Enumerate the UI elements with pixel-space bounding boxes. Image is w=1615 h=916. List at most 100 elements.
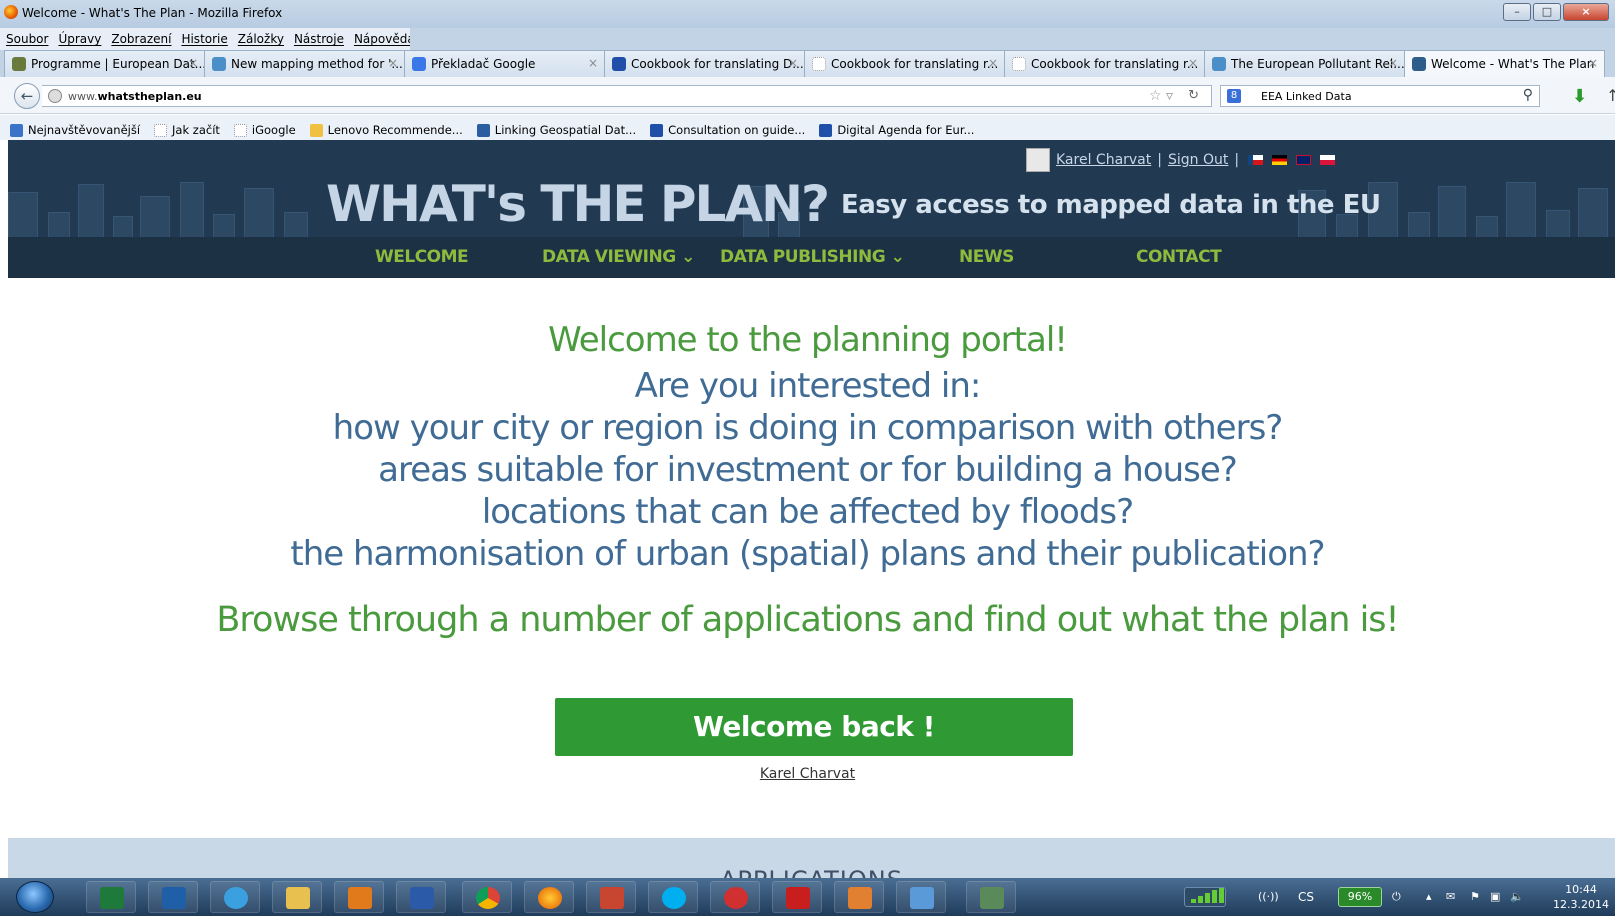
nav-data-publishing[interactable]: DATA PUBLISHING ⌄ (720, 247, 905, 267)
tab-cookbook-1[interactable]: Cookbook for translating D... × (604, 50, 805, 77)
powerpoint-icon (600, 887, 624, 909)
menu-bookmarks[interactable]: Záložky (238, 32, 284, 50)
language-indicator[interactable]: CS (1298, 890, 1314, 904)
close-tab-icon[interactable]: × (1188, 56, 1198, 70)
close-window-button[interactable]: × (1563, 3, 1609, 21)
taskbar-word[interactable] (396, 881, 446, 913)
word-icon (410, 887, 434, 909)
magnifier-icon[interactable]: ⚲ (1523, 87, 1533, 103)
download-arrow-icon[interactable]: ⬇ (1572, 86, 1587, 107)
taskbar-app-red[interactable] (710, 881, 760, 913)
bookmark-icon (233, 123, 247, 137)
taskbar-acrobat[interactable] (772, 881, 822, 913)
menu-tools[interactable]: Nástroje (294, 32, 344, 50)
czech-flag-icon[interactable] (1248, 155, 1264, 165)
window-titlebar: Welcome - What's The Plan - Mozilla Fire… (0, 0, 1615, 28)
bookmark-consultation[interactable]: Consultation on guide... (650, 120, 805, 140)
devices-icon[interactable]: ▣ (1490, 890, 1504, 903)
taskbar-firefox[interactable] (524, 881, 574, 913)
show-hidden-icons[interactable]: ▴ (1426, 890, 1440, 903)
taskbar-chrome[interactable] (462, 881, 512, 913)
sign-out-link[interactable]: Sign Out (1168, 152, 1228, 168)
menu-view[interactable]: Zobrazení (111, 32, 171, 50)
start-button[interactable] (16, 881, 54, 913)
close-tab-icon[interactable]: × (188, 56, 198, 70)
bookmark-getting-started[interactable]: Jak začít (154, 120, 220, 140)
taskbar-explorer[interactable] (272, 881, 322, 913)
battery-indicator[interactable]: 96% (1338, 887, 1382, 907)
separator: | (1234, 152, 1240, 168)
tab-programme[interactable]: Programme | European Dat... × (4, 50, 205, 77)
uk-flag-icon[interactable] (1296, 155, 1312, 165)
navigation-toolbar: ← www.whatstheplan.eu ☆ ▿ ↻ 8 EEA Linked… (0, 77, 1615, 114)
close-tab-icon[interactable]: × (1588, 56, 1598, 70)
volume-muted-icon[interactable]: 🔈 (1510, 890, 1524, 903)
taskbar-outlook[interactable] (148, 881, 198, 913)
close-tab-icon[interactable]: × (588, 56, 598, 70)
tab-label: Cookbook for translating D... (631, 57, 804, 71)
taskbar-app-blue[interactable] (896, 881, 946, 913)
bookmark-icon (154, 123, 168, 137)
app-icon (848, 887, 872, 909)
close-tab-icon[interactable]: × (988, 56, 998, 70)
taskbar-app-green[interactable] (966, 881, 1016, 913)
tab-whats-the-plan[interactable]: Welcome - What's The Plan × (1404, 50, 1605, 77)
search-engine-icon[interactable]: 8 (1227, 89, 1241, 103)
nav-welcome[interactable]: WELCOME (375, 247, 469, 267)
bookmark-star-icon[interactable]: ☆ ▿ (1149, 88, 1173, 104)
outlook-icon (162, 887, 186, 909)
polish-flag-icon[interactable] (1320, 155, 1336, 165)
welcome-back-button[interactable]: Welcome back ! (555, 698, 1073, 756)
w3c-icon (476, 123, 490, 137)
mail-icon[interactable]: ✉ (1446, 890, 1460, 903)
tab-cookbook-2[interactable]: Cookbook for translating r... × (804, 50, 1005, 77)
tab-pollutant-release[interactable]: The European Pollutant Rel... × (1204, 50, 1405, 77)
taskbar-powerpoint[interactable] (586, 881, 636, 913)
firefox-icon (4, 5, 18, 19)
german-flag-icon[interactable] (1272, 155, 1288, 165)
menu-file[interactable]: Soubor (6, 32, 48, 50)
clock[interactable]: 10:44 12.3.2014 (1553, 882, 1609, 912)
user-name-link[interactable]: Karel Charvat (1056, 152, 1151, 168)
bookmark-most-visited[interactable]: Nejnavštěvovanější (10, 120, 140, 140)
back-button[interactable]: ← (14, 83, 40, 109)
intro-question: Are you interested in: (634, 366, 982, 406)
taskbar-app-orange[interactable] (834, 881, 884, 913)
minimize-button[interactable]: – (1503, 3, 1531, 21)
address-bar[interactable]: www.whatstheplan.eu ☆ ▿ ↻ (42, 85, 1212, 107)
menu-help[interactable]: Nápověda (354, 32, 415, 50)
home-icon[interactable]: ↑ (1606, 86, 1615, 105)
action-center-flag-icon[interactable]: ⚑ (1470, 890, 1484, 903)
menu-history[interactable]: Historie (181, 32, 227, 50)
taskbar-excel[interactable] (86, 881, 136, 913)
wireless-icon[interactable]: ((·)) (1258, 890, 1279, 903)
bookmark-digital-agenda[interactable]: Digital Agenda for Eur... (819, 120, 974, 140)
nav-news[interactable]: NEWS (959, 247, 1014, 267)
bookmark-linking-geospatial[interactable]: Linking Geospatial Dat... (476, 120, 636, 140)
maximize-button[interactable]: □ (1533, 3, 1561, 21)
taskbar-media-player[interactable] (334, 881, 384, 913)
nav-data-viewing[interactable]: DATA VIEWING ⌄ (542, 247, 695, 267)
network-signal-icon[interactable] (1184, 887, 1226, 907)
taskbar-skype[interactable] (648, 881, 698, 913)
close-tab-icon[interactable]: × (788, 56, 798, 70)
close-tab-icon[interactable]: × (1388, 56, 1398, 70)
nav-contact[interactable]: CONTACT (1136, 247, 1222, 267)
main-content: Welcome to the planning portal! Are you … (0, 278, 1615, 838)
tab-mapping-method[interactable]: New mapping method for '... × (204, 50, 405, 77)
tab-cookbook-3[interactable]: Cookbook for translating r... × (1004, 50, 1205, 77)
site-logo[interactable]: WHAT's THE PLAN? (326, 175, 830, 233)
bookmark-lenovo[interactable]: Lenovo Recommende... (309, 120, 463, 140)
power-plug-icon[interactable]: ⏻ (1392, 890, 1406, 903)
user-bar: Karel Charvat | Sign Out | (1026, 148, 1336, 172)
titlebar-fill (410, 28, 1615, 50)
menu-edit[interactable]: Úpravy (58, 32, 101, 50)
reload-icon[interactable]: ↻ (1188, 88, 1199, 103)
taskbar-ie[interactable] (210, 881, 260, 913)
user-profile-link[interactable]: Karel Charvat (0, 766, 1615, 782)
search-bar[interactable]: 8 EEA Linked Data ⚲ (1220, 85, 1540, 107)
tab-google-translate[interactable]: Překladač Google × (404, 50, 605, 77)
menubar: Soubor Úpravy Zobrazení Historie Záložky… (0, 28, 415, 50)
bookmark-igoogle[interactable]: iGoogle (233, 120, 296, 140)
close-tab-icon[interactable]: × (388, 56, 398, 70)
